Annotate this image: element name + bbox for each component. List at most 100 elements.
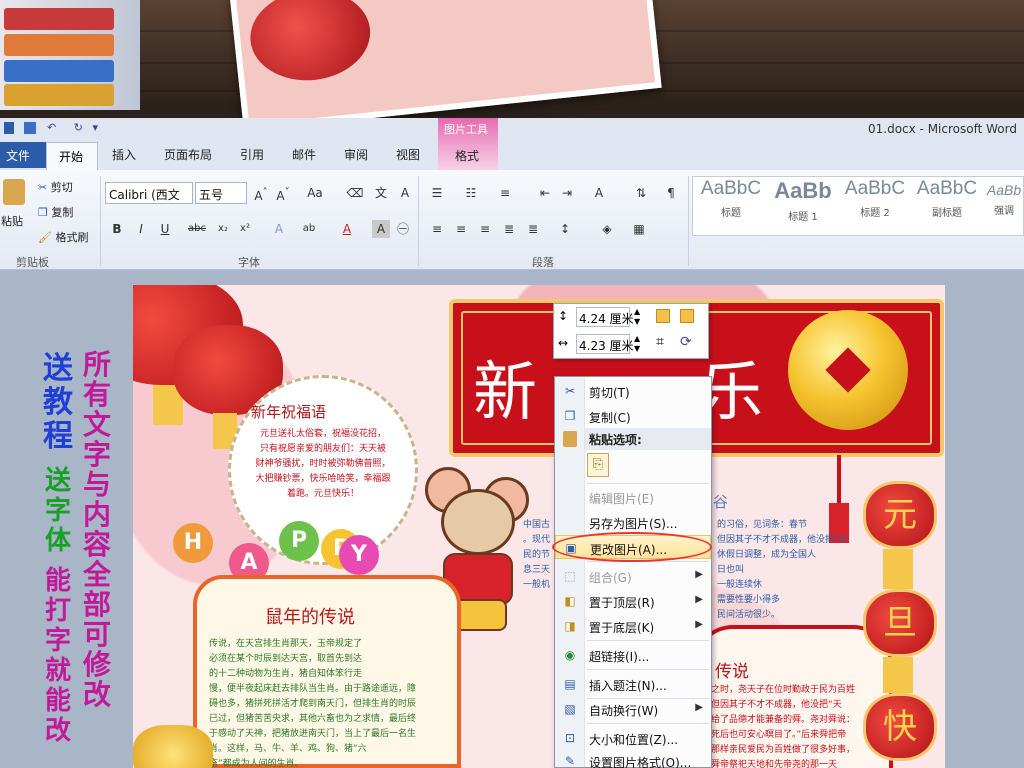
paste-button[interactable]: 粘贴 <box>0 172 30 242</box>
menu-send-to-back[interactable]: ◨ 置于底层(K) ▶ <box>555 614 711 638</box>
show-marks-icon[interactable]: ¶ <box>662 184 680 202</box>
font-size-combo[interactable]: 五号 <box>195 182 247 204</box>
tab-format[interactable]: 格式 <box>455 147 479 164</box>
picture-context-menu: ✂ 剪切(T) ❐ 复制(C) 粘贴选项: ⎘ 编辑图片(E) 另存为图片(S)..… <box>554 376 712 768</box>
align-center-icon[interactable]: ≡ <box>452 220 470 238</box>
legend2-title: 传说 <box>715 662 749 682</box>
window-title: 01.docx - Microsoft Word <box>868 122 1017 136</box>
picture-tools-label: 图片工具 <box>444 123 488 136</box>
align-left-icon[interactable]: ≡ <box>428 220 446 238</box>
menu-bring-to-front[interactable]: ◧ 置于顶层(R) ▶ <box>555 589 711 613</box>
multilevel-list-icon[interactable]: ≡ <box>496 184 514 202</box>
height-spinner[interactable]: ▲ ▼ <box>634 307 640 327</box>
style-heading-2[interactable]: AaBbC 标题 2 <box>840 178 910 232</box>
menu-insert-caption[interactable]: ▤ 插入题注(N)... <box>555 672 711 696</box>
format-painter-button[interactable]: 🖌 格式刷 <box>38 229 88 245</box>
qat-dropdown-icon[interactable]: ▾ <box>92 121 98 134</box>
group-icon: ⬚ <box>564 569 576 583</box>
borders-icon[interactable]: ▦ <box>630 220 648 238</box>
send-back-icon: ◨ <box>564 619 576 633</box>
italic-button[interactable]: I <box>132 220 150 238</box>
increase-indent-icon[interactable]: ⇥ <box>558 184 576 202</box>
tab-insert[interactable]: 插入 <box>112 146 136 163</box>
paste-label: 粘贴 <box>1 215 23 228</box>
scissors-icon: ✂ <box>564 384 576 398</box>
menu-copy[interactable]: ❐ 复制(C) <box>555 404 711 428</box>
subscript-button[interactable]: x₂ <box>214 220 232 238</box>
highlight-icon[interactable]: ab <box>300 220 318 238</box>
menu-edit-picture[interactable]: 编辑图片(E) <box>555 485 711 509</box>
bring-forward-icon[interactable] <box>656 309 670 323</box>
rotate-icon[interactable]: ⟳ <box>680 334 692 350</box>
picture-size-toolbar: ↕ 4.24 厘米 ▲ ▼ ↔ 4.23 厘米 ▲ ▼ ⌗ ⟳ <box>553 303 709 359</box>
sort-icon[interactable]: ⇅ <box>632 184 650 202</box>
redo-icon[interactable]: ↻ <box>74 121 83 134</box>
lantern-kuai: 快 <box>863 693 937 761</box>
height-field[interactable]: 4.24 厘米 <box>576 307 634 327</box>
distributed-icon[interactable]: ≣ <box>524 220 542 238</box>
style-title[interactable]: AaBbC 标题 <box>696 178 766 232</box>
menu-hyperlink[interactable]: ◉ 超链接(I)... <box>555 643 711 667</box>
menu-save-as-picture[interactable]: 另存为图片(S)... <box>555 510 711 534</box>
superscript-button[interactable]: x² <box>236 220 254 238</box>
numbering-icon[interactable]: ☷ <box>462 184 480 202</box>
gold-coin-image <box>788 310 908 430</box>
paragraph-group-label: 段落 <box>532 256 554 269</box>
scissors-icon: ✂ <box>38 181 48 194</box>
tab-view[interactable]: 视图 <box>396 146 420 163</box>
bullets-icon[interactable]: ☰ <box>428 184 446 202</box>
tab-references[interactable]: 引用 <box>240 146 264 163</box>
menu-text-wrapping[interactable]: ▧ 自动换行(W) ▶ <box>555 697 711 721</box>
shading-icon[interactable]: ◈ <box>598 220 616 238</box>
save-icon[interactable] <box>23 122 36 134</box>
decrease-indent-icon[interactable]: ⇤ <box>536 184 554 202</box>
justify-icon[interactable]: ≣ <box>500 220 518 238</box>
customs-title-fragment: 谷 <box>713 493 729 511</box>
submenu-arrow-icon: ▶ <box>695 594 703 605</box>
shrink-font-button[interactable]: A˅ <box>274 184 292 203</box>
tab-mailings[interactable]: 邮件 <box>292 146 316 163</box>
width-field[interactable]: 4.23 厘米 <box>576 334 634 354</box>
paste-keep-format-icon[interactable]: ⎘ <box>587 453 609 477</box>
tab-page-layout[interactable]: 页面布局 <box>164 146 212 163</box>
caption-icon: ▤ <box>564 677 576 691</box>
align-right-icon[interactable]: ≡ <box>476 220 494 238</box>
bold-button[interactable]: B <box>108 220 126 238</box>
tab-file[interactable]: 文件 <box>0 142 46 168</box>
style-subtitle[interactable]: AaBbC 副标题 <box>912 178 982 232</box>
phonetic-guide-icon[interactable]: 文 <box>372 184 390 202</box>
text-effects-icon[interactable]: A <box>270 220 288 238</box>
format-picture-icon: ✎ <box>564 754 576 768</box>
underline-button[interactable]: U <box>156 220 174 238</box>
grow-font-button[interactable]: A˄ <box>252 184 270 203</box>
cut-button[interactable]: ✂ 剪切 <box>38 179 73 195</box>
line-spacing-icon[interactable]: ↕ <box>556 220 574 238</box>
menu-cut[interactable]: ✂ 剪切(T) <box>555 379 711 403</box>
undo-icon[interactable]: ↶ <box>47 121 56 134</box>
crop-icon[interactable]: ⌗ <box>656 334 664 350</box>
brush-icon: 🖌 <box>38 231 52 244</box>
menu-size-position[interactable]: ⊡ 大小和位置(Z)... <box>555 726 711 750</box>
tab-home[interactable]: 开始 <box>46 142 98 170</box>
font-name-combo[interactable]: Calibri (西文 <box>105 182 193 204</box>
enclose-char-icon[interactable]: ㊀ <box>394 220 412 238</box>
copy-icon: ❐ <box>38 206 48 219</box>
menu-group[interactable]: ⬚ 组合(G) ▶ <box>555 564 711 588</box>
char-border-icon[interactable]: A <box>396 184 414 202</box>
clipboard-group-label: 剪贴板 <box>16 256 49 269</box>
chinese-layout-icon[interactable]: A <box>590 184 608 202</box>
blessing-title: 新年祝福语 <box>251 403 327 421</box>
style-heading-1[interactable]: AaBb 标题 1 <box>768 178 838 232</box>
change-case-button[interactable]: Aa <box>306 184 324 202</box>
char-shading-icon[interactable]: A <box>372 220 390 238</box>
strikethrough-button[interactable]: abc <box>188 220 206 238</box>
send-backward-icon[interactable] <box>680 309 694 323</box>
font-color-icon[interactable]: A <box>338 220 356 238</box>
menu-format-picture[interactable]: ✎ 设置图片格式(O)... <box>555 749 711 768</box>
highlight-ring <box>552 532 712 562</box>
copy-button[interactable]: ❐ 复制 <box>38 204 73 220</box>
style-emphasis[interactable]: AaBb 强调 <box>984 178 1024 232</box>
tab-review[interactable]: 审阅 <box>344 146 368 163</box>
clear-format-icon[interactable]: ⌫ <box>346 184 364 202</box>
width-spinner[interactable]: ▲ ▼ <box>634 334 640 354</box>
